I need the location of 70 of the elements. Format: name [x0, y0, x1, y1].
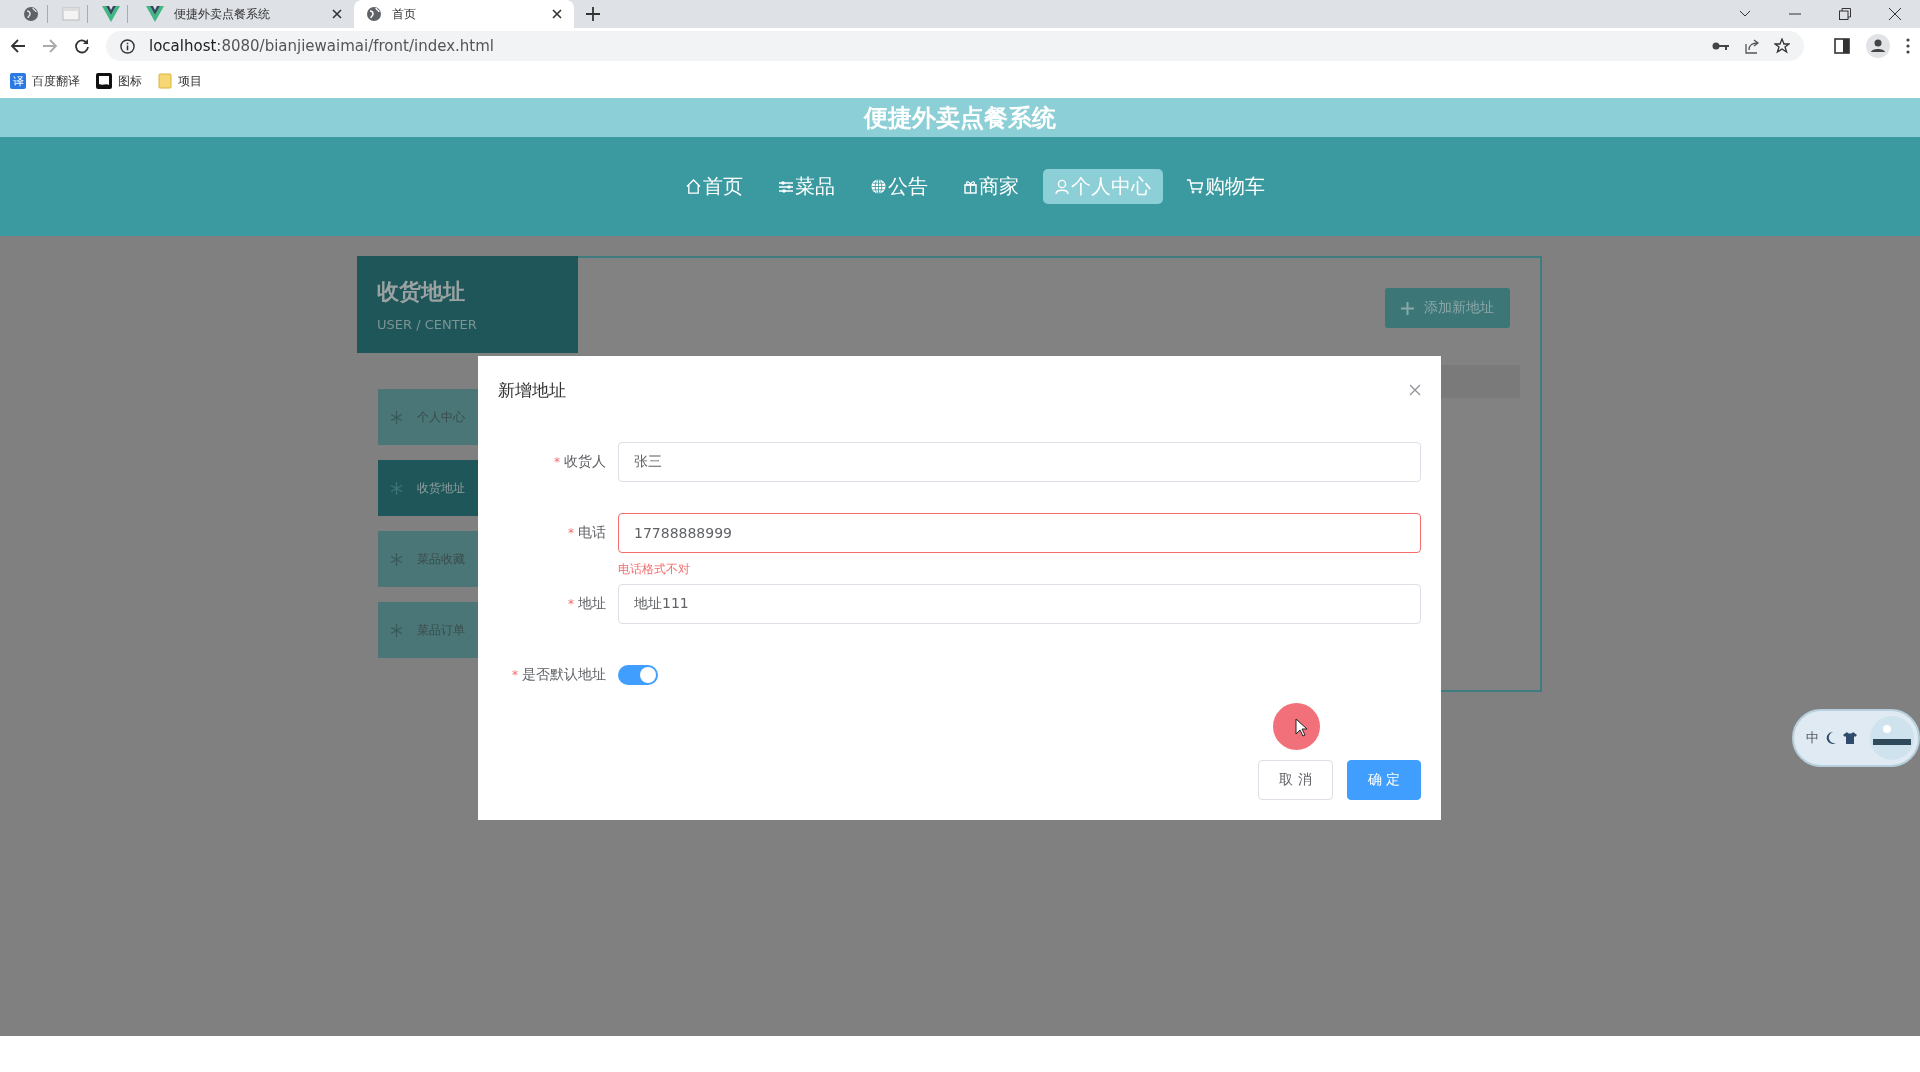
share-icon[interactable]: [1744, 38, 1760, 54]
close-icon[interactable]: [1889, 8, 1901, 20]
translate-icon: 译: [10, 73, 26, 89]
nav-link[interactable]: 首页: [673, 169, 755, 204]
bookmark[interactable]: 项目: [158, 72, 202, 90]
ime-widget[interactable]: 中: [1792, 709, 1920, 767]
click-indicator: [1273, 703, 1320, 750]
field-label: 是否默认地址: [522, 666, 606, 684]
back-icon[interactable]: [10, 38, 26, 54]
text-field[interactable]: 17788888999: [618, 513, 1421, 553]
close-icon[interactable]: [332, 9, 342, 19]
user-icon: [1054, 178, 1069, 195]
plus-icon: [1401, 301, 1414, 315]
nav-link[interactable]: 个人中心: [1042, 169, 1163, 204]
side-panel-icon[interactable]: [1834, 38, 1850, 54]
close-icon[interactable]: [552, 9, 562, 19]
home-icon: [685, 179, 701, 194]
moon-icon: [1825, 731, 1837, 745]
nav-link[interactable]: 购物车: [1174, 169, 1277, 204]
browser-tab[interactable]: 便捷外卖点餐系统: [134, 0, 354, 28]
globe-icon: [366, 6, 382, 22]
text-field[interactable]: 张三: [618, 442, 1421, 482]
snowflake-icon: [390, 552, 403, 566]
gift-icon: [963, 179, 977, 194]
profile-icon[interactable]: [1866, 34, 1890, 58]
restore-icon[interactable]: [1839, 8, 1851, 20]
field-label: 电话: [578, 524, 606, 542]
cart-icon: [1186, 179, 1203, 194]
sliders-icon: [778, 180, 793, 193]
nav-link[interactable]: 菜品: [766, 169, 847, 204]
address-field[interactable]: localhost:8080/bianjiewaimai/front/index.html: [106, 31, 1804, 61]
confirm-button[interactable]: 确 定: [1346, 760, 1421, 800]
star-icon[interactable]: [1774, 38, 1790, 54]
required-mark: *: [568, 526, 574, 540]
site-title: 便捷外卖点餐系统: [864, 102, 1056, 134]
chevron-down-icon[interactable]: [1739, 10, 1751, 18]
nav-link[interactable]: 公告: [858, 169, 940, 204]
required-mark: *: [568, 597, 574, 611]
plus-icon[interactable]: [586, 7, 600, 21]
reload-icon[interactable]: [74, 38, 90, 54]
nav-link[interactable]: 商家: [951, 169, 1031, 204]
toggle-switch[interactable]: [618, 665, 658, 685]
add-address-button[interactable]: 添加新地址: [1385, 288, 1510, 328]
cursor-icon: [1295, 718, 1308, 737]
key-icon[interactable]: [1712, 41, 1730, 51]
v-logo-icon: [146, 6, 164, 22]
more-icon[interactable]: [1906, 38, 1910, 54]
shirt-icon: [1843, 732, 1857, 744]
v-logo-icon: [101, 6, 120, 22]
bookmark[interactable]: 译 百度翻译: [10, 72, 80, 90]
globe-icon: [22, 6, 39, 22]
section-title: 收货地址: [377, 278, 466, 306]
snowflake-icon: [390, 481, 403, 495]
snowflake-icon: [390, 410, 403, 424]
browser-tab[interactable]: 首页: [354, 0, 574, 28]
text-field[interactable]: 地址111: [618, 584, 1421, 624]
section-subtitle: USER / CENTER: [377, 317, 478, 332]
page-icon: [61, 7, 80, 21]
error-message: 电话格式不对: [618, 561, 691, 578]
cancel-button[interactable]: 取 消: [1258, 760, 1333, 800]
flag-icon: [96, 73, 112, 89]
required-mark: *: [512, 668, 518, 682]
globe-icon: [870, 179, 886, 194]
field-label: 地址: [578, 595, 606, 613]
snowflake-icon: [390, 623, 403, 637]
bookmark[interactable]: 图标: [96, 72, 142, 90]
field-label: 收货人: [564, 453, 606, 471]
folder-icon: [158, 73, 172, 89]
info-icon: [120, 38, 135, 54]
scenery-icon: [1869, 715, 1915, 761]
